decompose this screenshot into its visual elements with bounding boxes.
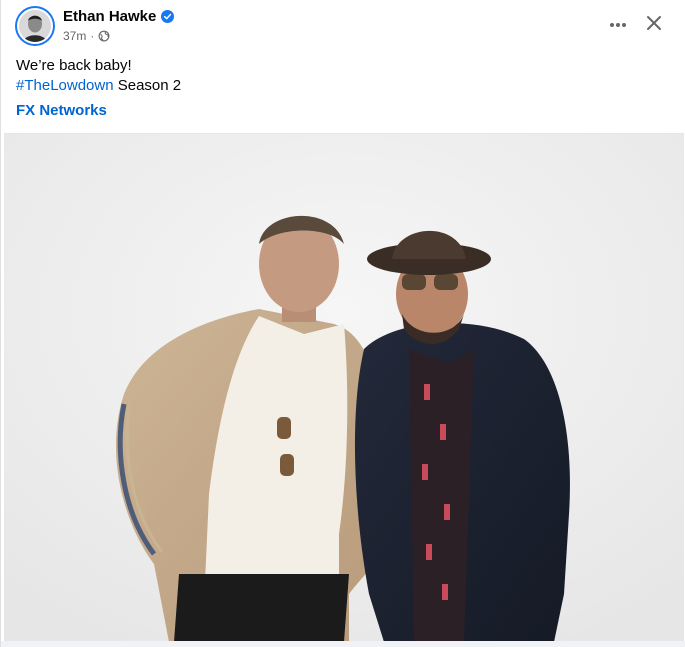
avatar-portrait xyxy=(19,10,51,42)
avatar-image xyxy=(17,8,53,44)
globe-icon[interactable] xyxy=(98,30,110,42)
verified-badge-icon xyxy=(161,10,175,23)
post-meta: 37m · xyxy=(63,29,110,43)
post-text: We’re back baby! #TheLowdown Season 2 xyxy=(16,56,181,96)
post-text-season: Season 2 xyxy=(113,77,182,94)
post-timestamp[interactable]: 37m xyxy=(63,29,86,43)
meta-separator: · xyxy=(90,29,95,43)
post-divider xyxy=(1,641,685,647)
more-options-button[interactable] xyxy=(604,12,632,36)
close-icon xyxy=(646,15,662,36)
post-card: Ethan Hawke 37m · We’re back baby! #TheL… xyxy=(0,0,685,647)
photo-image xyxy=(4,134,684,642)
mention-link[interactable]: FX Networks xyxy=(16,102,107,119)
author-avatar[interactable] xyxy=(15,6,55,46)
post-header: Ethan Hawke 37m · xyxy=(1,0,685,52)
hashtag-link[interactable]: #TheLowdown xyxy=(16,77,114,94)
more-horizontal-icon xyxy=(609,15,627,33)
author-name[interactable]: Ethan Hawke xyxy=(63,8,156,25)
post-text-line-1: We’re back baby! xyxy=(16,57,132,74)
post-photo[interactable] xyxy=(4,133,684,642)
author-name-row: Ethan Hawke xyxy=(63,8,175,25)
close-button[interactable] xyxy=(641,12,667,38)
post-text-line-2: #TheLowdown Season 2 xyxy=(16,76,181,96)
